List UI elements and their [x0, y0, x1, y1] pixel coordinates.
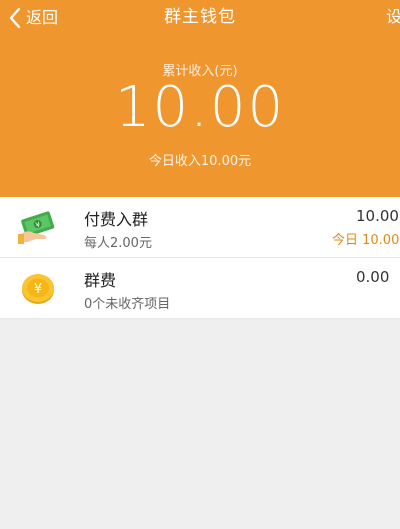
list-item-paid-join[interactable]: ¥ 付费入群 每人2.00元 10.00 今日 10.00	[0, 197, 400, 258]
paid-join-subtitle: 每人2.00元	[84, 236, 152, 251]
svg-text:¥: ¥	[34, 282, 42, 297]
today-income-label: 今日收入10.00元	[148, 154, 252, 169]
paid-join-today: 今日 10.00	[332, 233, 400, 248]
group-fee-amount: 0.00	[356, 268, 390, 286]
group-fee-title: 群费	[84, 271, 117, 290]
coin-icon: ¥	[22, 274, 54, 304]
income-list: ¥ 付费入群 每人2.00元 10.00 今日 10.00 ¥ 群费 0个未收齐…	[0, 197, 400, 319]
page-title: 群主钱包	[164, 7, 236, 27]
settings-button[interactable]: 设	[386, 6, 400, 28]
total-income-amount: 10.00	[114, 75, 286, 140]
paid-join-amount: 10.00	[356, 207, 399, 225]
group-fee-subtitle: 0个未收齐项目	[84, 297, 171, 312]
list-item-group-fee[interactable]: ¥ 群费 0个未收齐项目 0.00	[0, 258, 400, 319]
wallet-header: 返回 群主钱包 设 累计收入(元) 10.00 今日收入10.00元	[0, 0, 400, 197]
paid-join-title: 付费入群	[84, 210, 149, 229]
wallet-page: 返回 群主钱包 设 累计收入(元) 10.00 今日收入10.00元 ¥ 付费入…	[0, 0, 400, 529]
cash-hand-icon: ¥	[18, 211, 55, 244]
